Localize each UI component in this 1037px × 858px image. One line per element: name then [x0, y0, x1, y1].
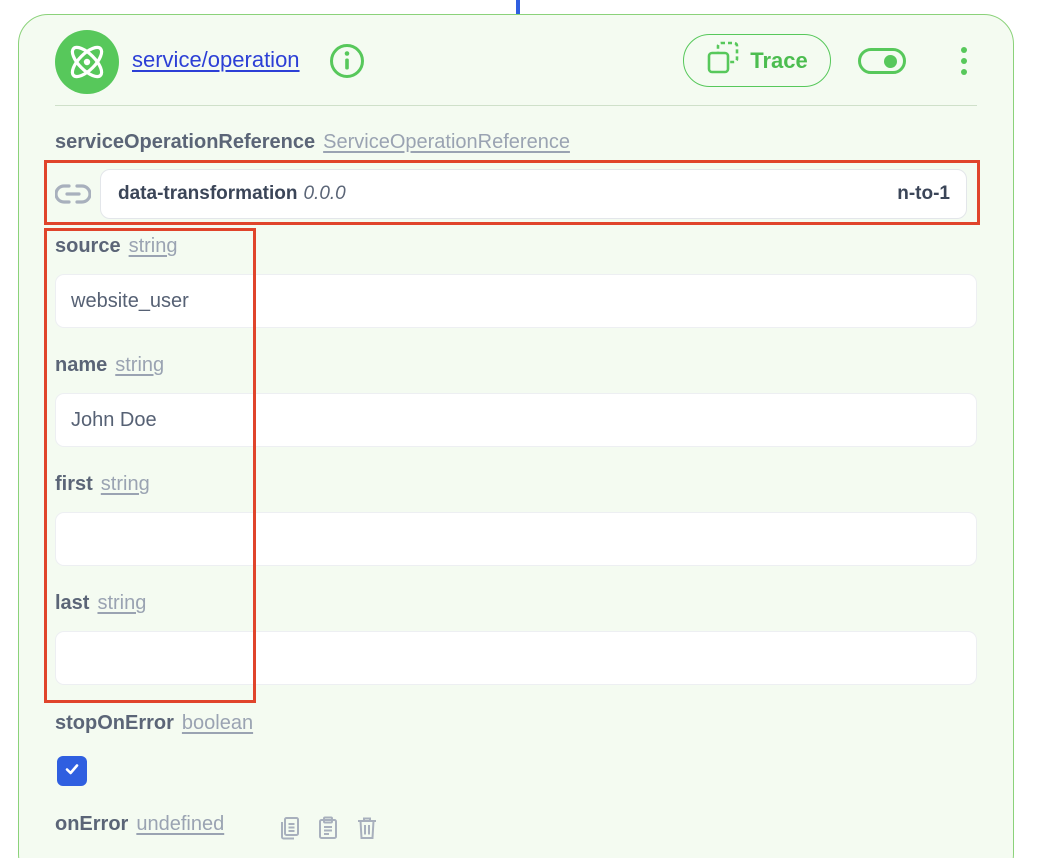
last-type-link[interactable]: string: [97, 592, 146, 614]
last-label: last: [55, 592, 90, 614]
last-input[interactable]: [55, 631, 977, 685]
name-input[interactable]: [55, 393, 977, 447]
copy-dashed-icon: [706, 41, 740, 81]
enable-toggle[interactable]: [858, 48, 906, 74]
source-input[interactable]: [55, 274, 977, 328]
reference-field-label: serviceOperationReference ServiceOperatio…: [55, 131, 570, 154]
last-field-label: last string: [55, 592, 146, 615]
stop-on-error-type-link[interactable]: boolean: [182, 712, 253, 734]
reference-selector[interactable]: data-transformation 0.0.0 n-to-1: [100, 169, 967, 219]
reference-name-text: data-transformation: [118, 183, 298, 204]
first-label: first: [55, 473, 93, 495]
trace-label: Trace: [750, 47, 808, 73]
on-error-field-label: onError undefined: [55, 813, 224, 836]
reference-label: serviceOperationReference: [55, 131, 316, 153]
first-field-label: first string: [55, 473, 150, 496]
paste-icon[interactable]: [316, 815, 340, 841]
trash-icon[interactable]: [355, 815, 379, 841]
info-icon[interactable]: [329, 43, 365, 79]
stop-on-error-checkbox[interactable]: [57, 756, 87, 786]
connector-line: [516, 0, 520, 14]
atom-icon: [55, 30, 119, 94]
copy-icon[interactable]: [278, 815, 302, 841]
node-title-link[interactable]: service/operation: [132, 47, 300, 73]
first-type-link[interactable]: string: [101, 473, 150, 495]
on-error-type-link[interactable]: undefined: [136, 813, 224, 835]
name-field-label: name string: [55, 354, 164, 377]
trace-button[interactable]: Trace: [683, 34, 831, 87]
name-type-link[interactable]: string: [115, 354, 164, 376]
source-label: source: [55, 235, 121, 257]
checkmark-icon: [63, 760, 81, 783]
source-type-link[interactable]: string: [129, 235, 178, 257]
reference-kind: n-to-1: [897, 183, 950, 204]
reference-version: 0.0.0: [303, 183, 346, 204]
on-error-label: onError: [55, 813, 129, 835]
more-vertical-icon[interactable]: [950, 44, 978, 78]
stop-on-error-field-label: stopOnError boolean: [55, 712, 253, 735]
name-label: name: [55, 354, 108, 376]
first-input[interactable]: [55, 512, 977, 566]
reference-name: data-transformation 0.0.0: [118, 183, 346, 205]
link-icon[interactable]: [54, 181, 92, 212]
source-field-label: source string: [55, 235, 178, 258]
header-divider: [55, 105, 977, 106]
toggle-knob: [884, 55, 897, 68]
reference-type-link[interactable]: ServiceOperationReference: [323, 131, 570, 153]
stop-on-error-label: stopOnError: [55, 712, 174, 734]
